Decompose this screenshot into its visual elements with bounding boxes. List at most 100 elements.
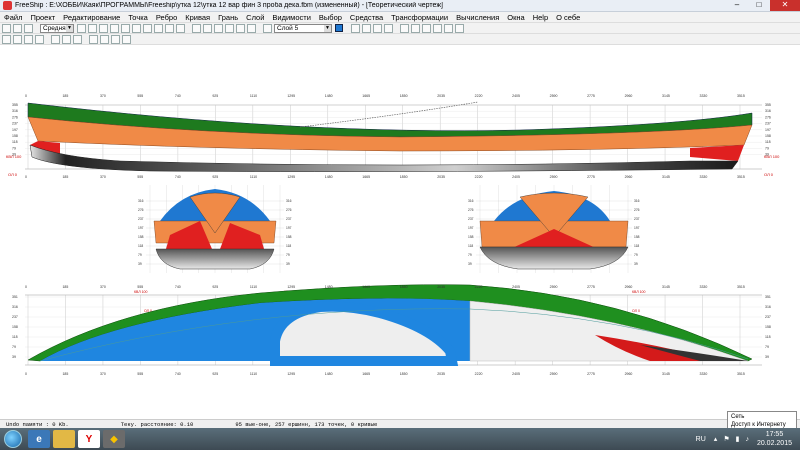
plan-label: 351 — [12, 295, 18, 299]
hydrostatics-icon[interactable] — [111, 34, 120, 44]
height-label: 316 — [765, 109, 771, 113]
save-file-icon[interactable] — [24, 23, 33, 33]
curvature-icon[interactable] — [154, 23, 163, 33]
insert-plane-icon[interactable] — [214, 23, 223, 33]
menu-help[interactable]: Help — [529, 13, 552, 22]
pointer-icon[interactable] — [51, 34, 60, 44]
plan-label: 237 — [765, 315, 771, 319]
grid-icon[interactable] — [89, 34, 98, 44]
edge-collapse-icon[interactable] — [373, 23, 382, 33]
zoom-in-icon[interactable] — [2, 34, 11, 44]
section-bottom — [155, 248, 275, 270]
station-label: 2405 — [512, 175, 520, 179]
stations-icon[interactable] — [110, 23, 119, 33]
height-label: 197 — [765, 128, 771, 132]
face-flip-icon[interactable] — [411, 23, 420, 33]
zoom-out-icon[interactable] — [13, 34, 22, 44]
waterline-label: 158 — [138, 235, 144, 239]
menu-curve[interactable]: Кривая — [181, 13, 214, 22]
menu-project[interactable]: Проект — [26, 13, 59, 22]
markers-icon[interactable] — [165, 23, 174, 33]
lock-point-icon[interactable] — [236, 23, 245, 33]
menu-visibility[interactable]: Видимости — [268, 13, 314, 22]
station-label: 3330 — [700, 175, 708, 179]
taskbar-yandex-icon[interactable]: Y — [78, 430, 100, 448]
menu-face[interactable]: Грань — [214, 13, 242, 22]
interior-edges-icon[interactable] — [99, 23, 108, 33]
new-layer-icon[interactable] — [263, 23, 272, 33]
export-icon[interactable] — [122, 34, 131, 44]
shade-icon[interactable] — [176, 23, 185, 33]
station-label: 2220 — [475, 372, 483, 376]
plan-label: 158 — [12, 325, 18, 329]
menu-about[interactable]: О себе — [552, 13, 584, 22]
buttocks-icon[interactable] — [121, 23, 130, 33]
menu-point[interactable]: Точка — [124, 13, 152, 22]
print-icon[interactable] — [100, 34, 109, 44]
layer-select[interactable]: Слой 5 ▼ — [274, 23, 332, 33]
face-new-icon[interactable] — [400, 23, 409, 33]
clock[interactable]: 17:55 20.02.2015 — [757, 430, 792, 448]
start-button[interactable] — [4, 430, 22, 448]
face-mirror-icon[interactable] — [433, 23, 442, 33]
light-icon[interactable] — [73, 34, 82, 44]
toolbar-separator — [187, 24, 190, 33]
tray-arrow-icon[interactable]: ▴ — [714, 435, 718, 443]
taskbar-freeship-icon[interactable]: ◆ — [103, 430, 125, 448]
profile-height-labels-right: 3553162762371971581187939 — [765, 103, 771, 157]
plan-label: 39 — [12, 355, 16, 359]
unlock-point-icon[interactable] — [247, 23, 256, 33]
menu-edit[interactable]: Редактирование — [59, 13, 124, 22]
menu-calculations[interactable]: Вычисления — [452, 13, 503, 22]
profile-dwl-label-left: КВЛ 100 — [6, 154, 22, 159]
diagonals-icon[interactable] — [143, 23, 152, 33]
zoom-fit-icon[interactable] — [35, 34, 44, 44]
keyboard-language[interactable]: RU — [696, 436, 706, 443]
minimize-button[interactable]: – — [726, 0, 748, 11]
station-label: 1295 — [287, 94, 295, 98]
close-button[interactable]: ✕ — [770, 0, 800, 11]
waterline-label: 316 — [138, 199, 144, 203]
collapse-point-icon[interactable] — [203, 23, 212, 33]
edge-split-icon[interactable] — [362, 23, 371, 33]
flag-icon[interactable]: ⚑ — [723, 435, 729, 443]
linesplan-canvas[interactable]: 0 185 370 555 740 925 1110 1295 1480 1665 1850 2035… — [0, 45, 800, 419]
waterline-label: 158 — [634, 235, 640, 239]
station-label: 3515 — [737, 175, 745, 179]
open-file-icon[interactable] — [13, 23, 22, 33]
edge-crease-icon[interactable] — [384, 23, 393, 33]
station-label: 2775 — [587, 94, 595, 98]
station-label: 185 — [62, 175, 68, 179]
menu-file[interactable]: Файл — [0, 13, 26, 22]
height-label: 237 — [12, 122, 18, 126]
height-label: 355 — [12, 103, 18, 107]
layer-color-swatch[interactable] — [335, 24, 343, 32]
edge-new-icon[interactable] — [351, 23, 360, 33]
network-icon[interactable]: ▮ — [736, 435, 740, 443]
precision-select[interactable]: Средняя ▼ — [40, 23, 74, 33]
menu-layer[interactable]: Слой — [242, 13, 268, 22]
menu-windows[interactable]: Окна — [503, 13, 528, 22]
intersect-icon[interactable] — [225, 23, 234, 33]
menu-tools[interactable]: Средства — [346, 13, 387, 22]
face-delete-icon[interactable] — [455, 23, 464, 33]
zoom-window-icon[interactable] — [24, 34, 33, 44]
menu-selection[interactable]: Выбор — [315, 13, 346, 22]
new-file-icon[interactable] — [2, 23, 11, 33]
volume-icon[interactable]: ♪ — [745, 436, 749, 443]
menu-edge[interactable]: Ребро — [152, 13, 181, 22]
face-rotate-icon[interactable] — [422, 23, 431, 33]
menu-transformations[interactable]: Трансформации — [387, 13, 452, 22]
maximize-button[interactable]: □ — [748, 0, 770, 11]
waterline-label: 118 — [634, 244, 639, 248]
station-label: 2405 — [512, 94, 520, 98]
taskbar-ie-icon[interactable]: e — [28, 430, 50, 448]
taskbar-explorer-icon[interactable] — [53, 430, 75, 448]
control-net-icon[interactable] — [88, 23, 97, 33]
view-mode-icon[interactable] — [77, 23, 86, 33]
add-point-icon[interactable] — [192, 23, 201, 33]
waterlines-icon[interactable] — [132, 23, 141, 33]
face-extrude-icon[interactable] — [444, 23, 453, 33]
linesplan-drawing[interactable]: 0 185 370 555 740 925 1110 1295 1480 1665 1850 2035… — [0, 45, 800, 419]
pan-icon[interactable] — [62, 34, 71, 44]
